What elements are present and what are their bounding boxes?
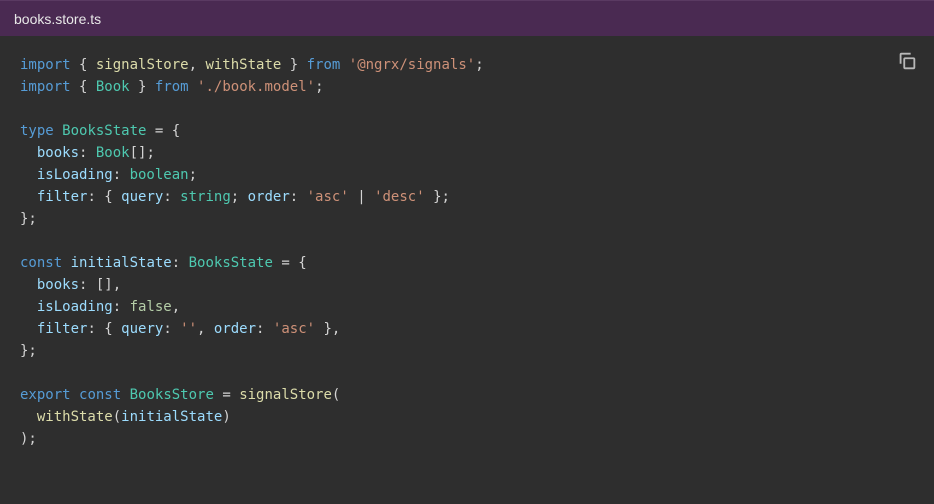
code-token: ; (231, 189, 248, 205)
code-token: isLoading (37, 299, 113, 315)
code-token: 'asc' (273, 321, 315, 337)
code-token: import (20, 57, 71, 73)
code-token: = (214, 387, 239, 403)
code-token: BooksState (62, 123, 146, 139)
code-token: ; (315, 79, 323, 95)
code-token: { (71, 79, 96, 95)
titlebar: books.store.ts (0, 0, 934, 36)
code-token: const (79, 387, 121, 403)
code-token: BooksStore (130, 387, 214, 403)
code-token: , (189, 57, 206, 73)
code-token: initialState (71, 255, 172, 271)
code-token: }; (20, 343, 37, 359)
code-token: withState (37, 409, 113, 425)
code-token: ( (332, 387, 340, 403)
code-token: string (180, 189, 231, 205)
code-token: false (130, 299, 172, 315)
code-token: isLoading (37, 167, 113, 183)
code-token: 'asc' (307, 189, 349, 205)
code-token: withState (205, 57, 281, 73)
code-token: : (79, 145, 96, 161)
code-token: Book (96, 79, 130, 95)
file-name: books.store.ts (14, 11, 101, 27)
code-token: ); (20, 431, 37, 447)
code-token: filter (37, 189, 88, 205)
code-token: const (20, 255, 62, 271)
code-token: ( (113, 409, 121, 425)
code-token: from (307, 57, 341, 73)
code-token: signalStore (96, 57, 189, 73)
code-token (189, 79, 197, 95)
code-token (20, 145, 37, 161)
code-token: query (121, 189, 163, 205)
code-token: boolean (130, 167, 189, 183)
code-token: signalStore (239, 387, 332, 403)
code-token (71, 387, 79, 403)
code-token: BooksState (189, 255, 273, 271)
copy-icon (896, 50, 918, 72)
code-token: : (172, 255, 189, 271)
code-token: order (214, 321, 256, 337)
code-token: order (248, 189, 290, 205)
code-token: Book (96, 145, 130, 161)
code-token: 'desc' (374, 189, 425, 205)
code-token: { (71, 57, 96, 73)
code-token (54, 123, 62, 139)
code-token: | (349, 189, 374, 205)
code-token: : [], (79, 277, 121, 293)
code-token (20, 167, 37, 183)
code-token: []; (130, 145, 155, 161)
code-token: initialState (121, 409, 222, 425)
code-token: : (290, 189, 307, 205)
code-token: } (130, 79, 155, 95)
code-token: books (37, 145, 79, 161)
code-area: import { signalStore, withState } from '… (0, 36, 934, 504)
code-token: filter (37, 321, 88, 337)
code-token (20, 189, 37, 205)
code-token (20, 299, 37, 315)
code-token: : (163, 189, 180, 205)
code-token: }, (315, 321, 340, 337)
code-token: '@ngrx/signals' (349, 57, 475, 73)
code-token: = { (273, 255, 307, 271)
code-token: : (256, 321, 273, 337)
code-token: }; (425, 189, 450, 205)
code-token: , (172, 299, 180, 315)
code-token: , (197, 321, 214, 337)
code-token: type (20, 123, 54, 139)
code-token: : (163, 321, 180, 337)
code-token: } (281, 57, 306, 73)
code-token: export (20, 387, 71, 403)
code-token: './book.model' (197, 79, 315, 95)
code-token: import (20, 79, 71, 95)
code-token: '' (180, 321, 197, 337)
code-token: : (113, 299, 130, 315)
code-block[interactable]: import { signalStore, withState } from '… (20, 54, 914, 450)
code-token (20, 321, 37, 337)
code-token (20, 277, 37, 293)
code-token: from (155, 79, 189, 95)
code-token: }; (20, 211, 37, 227)
copy-button[interactable] (896, 50, 918, 72)
code-token: : (113, 167, 130, 183)
code-token (20, 409, 37, 425)
code-token: query (121, 321, 163, 337)
code-token: ; (475, 57, 483, 73)
code-token: = { (146, 123, 180, 139)
code-token: : { (87, 321, 121, 337)
code-token (121, 387, 129, 403)
code-token (340, 57, 348, 73)
code-token (62, 255, 70, 271)
code-token: : { (87, 189, 121, 205)
code-token: ; (189, 167, 197, 183)
code-token: books (37, 277, 79, 293)
code-token: ) (222, 409, 230, 425)
